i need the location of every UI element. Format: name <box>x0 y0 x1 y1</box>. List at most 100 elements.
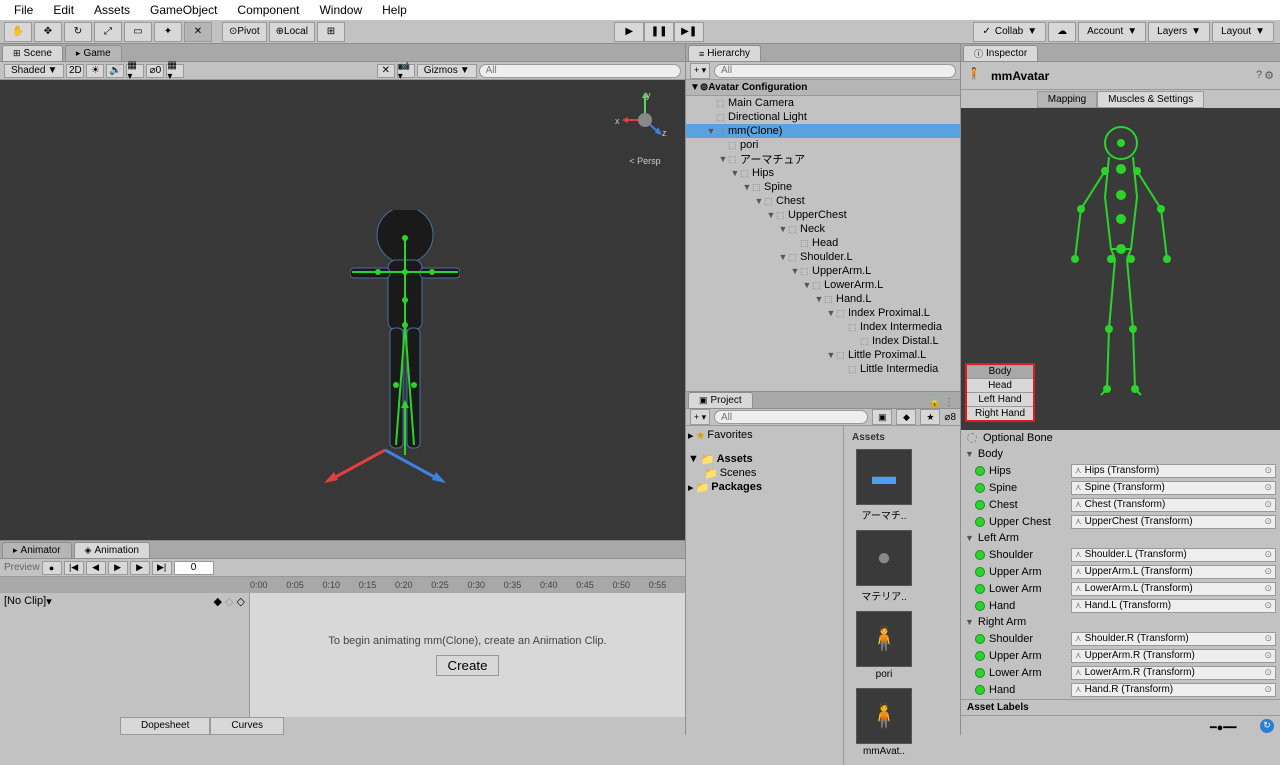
fx-toggle[interactable]: ▦ ▾ <box>126 64 144 78</box>
tab-inspector[interactable]: ⓘInspector <box>963 45 1038 61</box>
hierarchy-item[interactable]: ▼⬚UpperArm.L <box>686 264 960 278</box>
favorites-folder[interactable]: ▸★Favorites <box>688 428 841 442</box>
timeline-ruler[interactable]: 0:000:050:100:150:200:250:300:350:400:45… <box>0 577 685 593</box>
hierarchy-item[interactable]: ⬚pori <box>686 138 960 152</box>
packages-folder[interactable]: ▸📁Packages <box>688 480 841 494</box>
mapping-tab[interactable]: Mapping <box>1037 91 1097 108</box>
step-button[interactable]: ▶❚ <box>674 22 704 42</box>
hidden-toggle[interactable]: ⌀0 <box>146 64 164 78</box>
rect-tool[interactable]: ▭ <box>124 22 152 42</box>
prev-frame[interactable]: ◀ <box>86 561 106 575</box>
menu-component[interactable]: Component <box>227 1 309 19</box>
project-search[interactable] <box>714 410 868 424</box>
hierarchy-item[interactable]: ▼⬚Shoulder.L <box>686 250 960 264</box>
axis-gizmo[interactable]: y x z < Persp <box>620 90 670 170</box>
hierarchy-item[interactable]: ⬚Index Intermedia <box>686 320 960 334</box>
bone-mapping-list[interactable]: Optional Bone ▼BodyHips⋏Hips (Transform)… <box>961 430 1280 699</box>
help-icon[interactable]: ? <box>1256 69 1262 82</box>
hierarchy-item[interactable]: ⬚Directional Light <box>686 110 960 124</box>
rotate-tool[interactable]: ↻ <box>64 22 92 42</box>
layout-dropdown[interactable]: Layout ▼ <box>1212 22 1274 42</box>
scale-tool[interactable]: ⤢ <box>94 22 122 42</box>
hierarchy-item[interactable]: ▼⬚アーマチュア <box>686 152 960 166</box>
project-tree[interactable]: ▸★Favorites ▼📁Assets 📁Scenes ▸📁Packages <box>686 426 844 765</box>
first-frame[interactable]: |◀ <box>64 561 84 575</box>
shading-dropdown[interactable]: Shaded ▼ <box>4 64 64 78</box>
pivot-toggle[interactable]: ⊙ Pivot <box>222 22 267 42</box>
search-by-type[interactable]: ▣ <box>872 409 892 425</box>
menu-assets[interactable]: Assets <box>84 1 140 19</box>
dopesheet-tab[interactable]: Dopesheet <box>120 717 210 735</box>
lighting-toggle[interactable]: ☀ <box>86 64 104 78</box>
bone-mapping-row[interactable]: Spine⋏Spine (Transform)⊙ <box>961 479 1280 496</box>
tools-icon[interactable]: ✕ <box>377 64 395 78</box>
hierarchy-item[interactable]: ▼⬚Spine <box>686 180 960 194</box>
hierarchy-item[interactable]: ⬚Main Camera <box>686 96 960 110</box>
next-frame[interactable]: ▶ <box>130 561 150 575</box>
collab-dropdown[interactable]: ✓ Collab ▼ <box>973 22 1046 42</box>
cloud-button[interactable]: ☁ <box>1048 22 1076 42</box>
muscles-tab[interactable]: Muscles & Settings <box>1097 91 1204 108</box>
tab-scene[interactable]: ⊞Scene <box>2 45 63 61</box>
bone-section-header[interactable]: ▼Left Arm <box>961 530 1280 546</box>
bone-mapping-row[interactable]: Shoulder⋏Shoulder.L (Transform)⊙ <box>961 546 1280 563</box>
save-search[interactable]: ★ <box>920 409 940 425</box>
record-button[interactable]: ● <box>42 561 62 575</box>
layers-dropdown[interactable]: Layers ▼ <box>1148 22 1210 42</box>
asset-labels-header[interactable]: Asset Labels <box>961 699 1280 715</box>
project-asset[interactable]: 🧍pori <box>852 611 916 680</box>
frame-input[interactable] <box>174 561 214 575</box>
tab-hierarchy[interactable]: ≡Hierarchy <box>688 45 761 61</box>
bone-mapping-row[interactable]: Hand⋏Hand.L (Transform)⊙ <box>961 597 1280 614</box>
bone-mapping-row[interactable]: Shoulder⋏Shoulder.R (Transform)⊙ <box>961 630 1280 647</box>
bone-mapping-row[interactable]: Lower Arm⋏LowerArm.L (Transform)⊙ <box>961 580 1280 597</box>
body-tab-head[interactable]: Head <box>967 379 1033 393</box>
tab-game[interactable]: ▸Game <box>65 45 122 61</box>
bone-mapping-row[interactable]: Chest⋏Chest (Transform)⊙ <box>961 496 1280 513</box>
menu-file[interactable]: File <box>4 1 43 19</box>
humanoid-diagram[interactable]: BodyHeadLeft HandRight Hand <box>961 108 1280 430</box>
body-tab-body[interactable]: Body <box>967 365 1033 379</box>
scene-search[interactable] <box>479 64 681 78</box>
snap-toggle[interactable]: ⊞ <box>317 22 345 42</box>
project-asset[interactable]: ▬アーマチ.. <box>852 449 916 522</box>
local-toggle[interactable]: ⊕ Local <box>269 22 315 42</box>
move-tool[interactable]: ✥ <box>34 22 62 42</box>
project-grid[interactable]: Assets ▬アーマチ..●マテリア..🧍pori🧍mmAvat.. ━●━━ <box>844 426 960 765</box>
project-create[interactable]: + ▾ <box>690 409 710 425</box>
account-dropdown[interactable]: Account ▼ <box>1078 22 1146 42</box>
bone-mapping-row[interactable]: Hips⋏Hips (Transform)⊙ <box>961 462 1280 479</box>
hierarchy-item[interactable]: ⬚Little Intermedia <box>686 362 960 376</box>
hierarchy-item[interactable]: ⬚Index Distal.L <box>686 334 960 348</box>
custom-tool[interactable]: ✕ <box>184 22 212 42</box>
hierarchy-item[interactable]: ▼⬚Little Proximal.L <box>686 348 960 362</box>
hierarchy-item[interactable]: ▼⬚Hips <box>686 166 960 180</box>
project-menu-icon[interactable]: 🔒 ⋮ <box>929 397 960 408</box>
assets-folder[interactable]: ▼📁Assets <box>688 452 841 466</box>
create-button[interactable]: Create <box>436 655 498 676</box>
tab-animator[interactable]: ▸Animator <box>2 542 72 558</box>
transform-tool[interactable]: ✦ <box>154 22 182 42</box>
hierarchy-item[interactable]: ▼⬚UpperChest <box>686 208 960 222</box>
hierarchy-tree[interactable]: ▼ ⊚ Avatar Configuration ⬚Main Camera⬚Di… <box>686 80 960 391</box>
clip-dropdown[interactable]: [No Clip] ▾◆ ◇ ◇ <box>0 593 249 609</box>
scene-viewport[interactable]: y x z < Persp <box>0 80 685 540</box>
hand-tool[interactable]: ✋ <box>4 22 32 42</box>
bone-mapping-row[interactable]: Upper Arm⋏UpperArm.L (Transform)⊙ <box>961 563 1280 580</box>
body-tab-left-hand[interactable]: Left Hand <box>967 393 1033 407</box>
menu-help[interactable]: Help <box>372 1 417 19</box>
play-button[interactable]: ▶ <box>614 22 644 42</box>
2d-toggle[interactable]: 2D <box>66 64 84 78</box>
hierarchy-item[interactable]: ⬚Head <box>686 236 960 250</box>
menu-window[interactable]: Window <box>309 1 372 19</box>
project-asset[interactable]: 🧍mmAvat.. <box>852 688 916 757</box>
bone-section-header[interactable]: ▼Body <box>961 446 1280 462</box>
pause-button[interactable]: ❚❚ <box>644 22 674 42</box>
hierarchy-scene-header[interactable]: ▼ ⊚ Avatar Configuration <box>686 80 960 96</box>
grid-toggle[interactable]: ▦ ▾ <box>166 64 184 78</box>
menu-edit[interactable]: Edit <box>43 1 84 19</box>
hierarchy-item[interactable]: ▼⬚Neck <box>686 222 960 236</box>
project-asset[interactable]: ●マテリア.. <box>852 530 916 603</box>
bone-mapping-row[interactable]: Upper Arm⋏UpperArm.R (Transform)⊙ <box>961 647 1280 664</box>
hierarchy-item[interactable]: ▼⬚Hand.L <box>686 292 960 306</box>
